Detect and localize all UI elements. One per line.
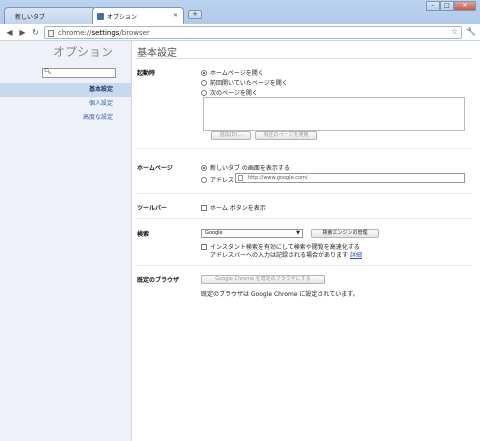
back-arrow-icon[interactable]: ◀ [4, 27, 15, 38]
radio-button[interactable] [201, 176, 207, 183]
chevron-down-icon: ▼ [296, 230, 300, 236]
startup-pages-list[interactable] [203, 97, 465, 131]
url-prefix: chrome:// [58, 29, 92, 37]
minimize-button[interactable]: – [426, 1, 440, 11]
sidebar-item-advanced[interactable]: 高度な設定 [0, 111, 131, 125]
radio-button[interactable] [201, 164, 207, 171]
url-host: settings [91, 29, 120, 37]
radio-button[interactable] [201, 69, 207, 76]
show-home-button-option[interactable]: ホーム ボタンを表示 [201, 203, 266, 212]
maximize-button[interactable]: □ [440, 1, 454, 11]
bookmark-star-icon[interactable]: ☆ [451, 27, 458, 36]
sidebar-item-personal[interactable]: 個人設定 [0, 97, 131, 111]
page-icon [48, 30, 54, 37]
settings-main: 基本設定 起動時 ホームページを開く 前回開いていたページを開く 次のページを開… [133, 41, 480, 441]
make-default-browser-button[interactable]: Google Chrome を既定のブラウザにする [201, 275, 325, 284]
toolbar-label: ツールバー [137, 205, 168, 212]
add-page-button[interactable]: 追加(D)... [211, 131, 251, 140]
new-tab-button[interactable]: + [188, 10, 202, 19]
learn-more-link[interactable]: 詳細 [350, 252, 362, 259]
url-path: /browser [119, 29, 150, 37]
search-engine-select[interactable]: Google ▼ [201, 229, 303, 238]
sidebar-item-basics[interactable]: 基本設定 [0, 83, 131, 97]
tab-options[interactable]: オプション ✕ [92, 7, 184, 24]
page-icon [238, 175, 243, 181]
manage-search-engines-button[interactable]: 検索エンジンの管理 [311, 229, 379, 238]
sidebar: オプション 🔍︎ 基本設定 個人設定 高度な設定 [0, 41, 132, 441]
checkbox[interactable] [201, 204, 207, 211]
startup-option-pages[interactable]: 次のページを開く [201, 88, 258, 97]
startup-label: 起動時 [137, 70, 156, 77]
divider [137, 148, 472, 149]
divider [137, 265, 472, 266]
search-label: 検索 [137, 231, 150, 238]
browser-window: 新しいタブ オプション ✕ + – □ ✕ ◀ ▶ ↻ chrome://set… [0, 0, 480, 441]
search-input[interactable]: 🔍︎ [42, 68, 116, 78]
divider [137, 218, 472, 219]
window-controls: – □ ✕ [426, 1, 476, 11]
instant-search-note: アドレスバーへの入力は記録される場合があります 詳細 [210, 252, 362, 259]
search-icon: 🔍︎ [44, 68, 52, 75]
startup-option-homepage[interactable]: ホームページを開く [201, 68, 264, 77]
sidebar-title: オプション [52, 45, 113, 59]
divider [137, 58, 472, 59]
homepage-address-field[interactable]: http://www.google.com/ [235, 173, 465, 183]
startup-option-restore[interactable]: 前回開いていたページを開く [201, 78, 288, 87]
homepage-label: ホームページ [137, 165, 173, 172]
reload-icon[interactable]: ↻ [30, 27, 41, 38]
radio-button[interactable] [201, 79, 207, 86]
toolbar: ◀ ▶ ↻ chrome://settings/browser ☆ 🔧 [0, 24, 480, 41]
address-bar[interactable]: chrome://settings/browser ☆ [44, 26, 462, 39]
tab-strip: 新しいタブ オプション ✕ + – □ ✕ [0, 0, 480, 24]
homepage-address-value: http://www.google.com/ [248, 175, 308, 181]
tab-label: 新しいタブ [15, 14, 46, 21]
close-icon[interactable]: ✕ [173, 12, 178, 19]
wrench-favicon-icon [97, 13, 104, 20]
default-browser-status: 既定のブラウザは Google Chrome に設定されています。 [201, 291, 359, 298]
close-window-button[interactable]: ✕ [454, 1, 476, 11]
page-content: オプション 🔍︎ 基本設定 個人設定 高度な設定 基本設定 起動時 ホームページ… [0, 41, 480, 441]
selected-engine: Google [205, 230, 223, 236]
radio-button[interactable] [201, 89, 207, 96]
forward-arrow-icon[interactable]: ▶ [17, 27, 28, 38]
use-current-pages-button[interactable]: 現在のページを使用 [255, 131, 317, 140]
wrench-menu-icon[interactable]: 🔧 [466, 27, 476, 36]
tab-new-tab[interactable]: 新しいタブ [4, 7, 96, 24]
default-browser-label: 既定のブラウザ [137, 277, 180, 284]
tab-label: オプション [107, 14, 138, 21]
homepage-option-newtab[interactable]: 新しいタブ の画面を表示する [201, 163, 290, 172]
divider [137, 193, 472, 194]
homepage-option-address[interactable]: アドレス [201, 175, 234, 184]
page-title: 基本設定 [137, 48, 177, 59]
checkbox[interactable] [201, 243, 207, 250]
